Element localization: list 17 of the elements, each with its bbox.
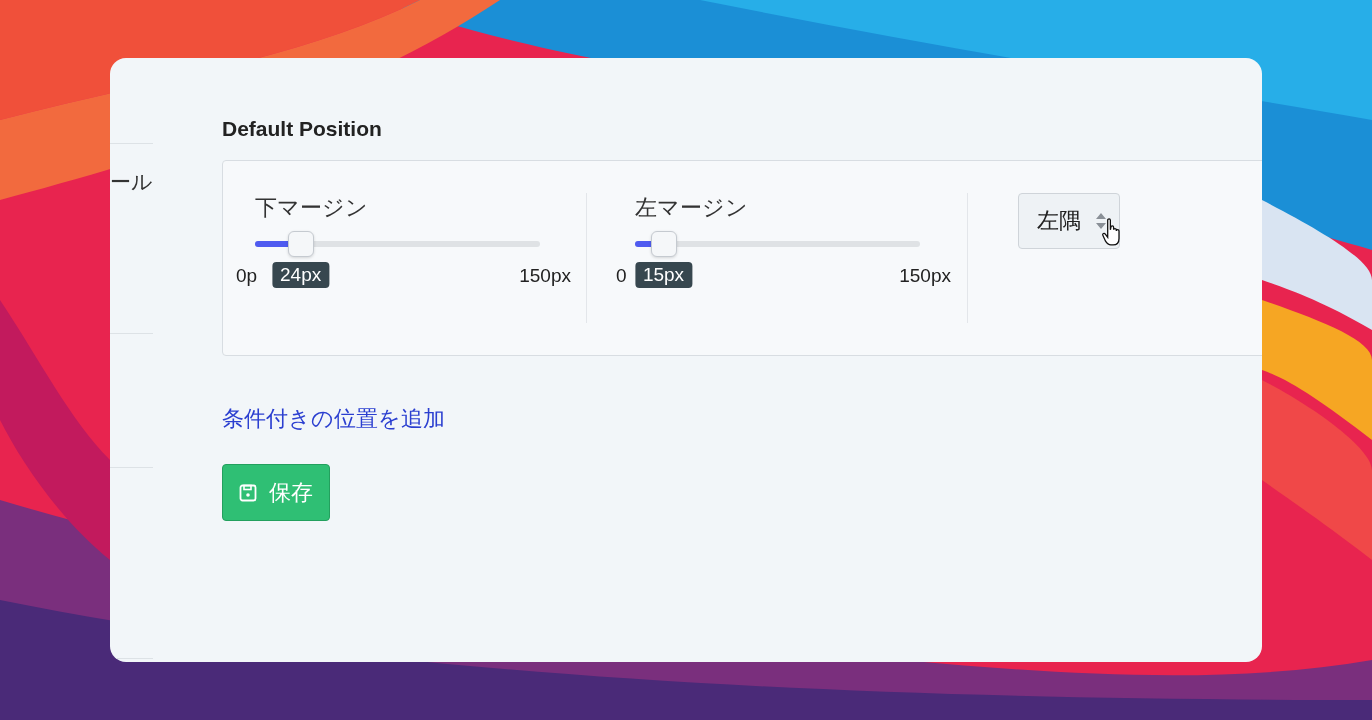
add-conditional-position-link[interactable]: 条件付きの位置を追加 xyxy=(222,404,445,434)
slider-label: 下マージン xyxy=(255,194,369,222)
slider[interactable] xyxy=(635,230,920,258)
max-label: 150px xyxy=(519,265,571,287)
hand-cursor-icon xyxy=(1101,218,1123,246)
value-tooltip: 24px xyxy=(272,262,330,288)
max-label: 150px xyxy=(899,265,951,287)
slider[interactable] xyxy=(255,230,540,258)
save-icon xyxy=(239,483,257,502)
corner-select[interactable]: 左隅 xyxy=(1018,193,1120,249)
min-label: 0 xyxy=(616,265,627,287)
section-heading: Default Position xyxy=(222,117,382,142)
min-label: 0p xyxy=(236,265,258,287)
sort-arrows-icon xyxy=(1095,212,1107,230)
value-tooltip: 15px xyxy=(634,262,693,288)
slider-label: 左マージン xyxy=(635,194,749,222)
sidebar-item[interactable]: ール xyxy=(110,170,153,193)
